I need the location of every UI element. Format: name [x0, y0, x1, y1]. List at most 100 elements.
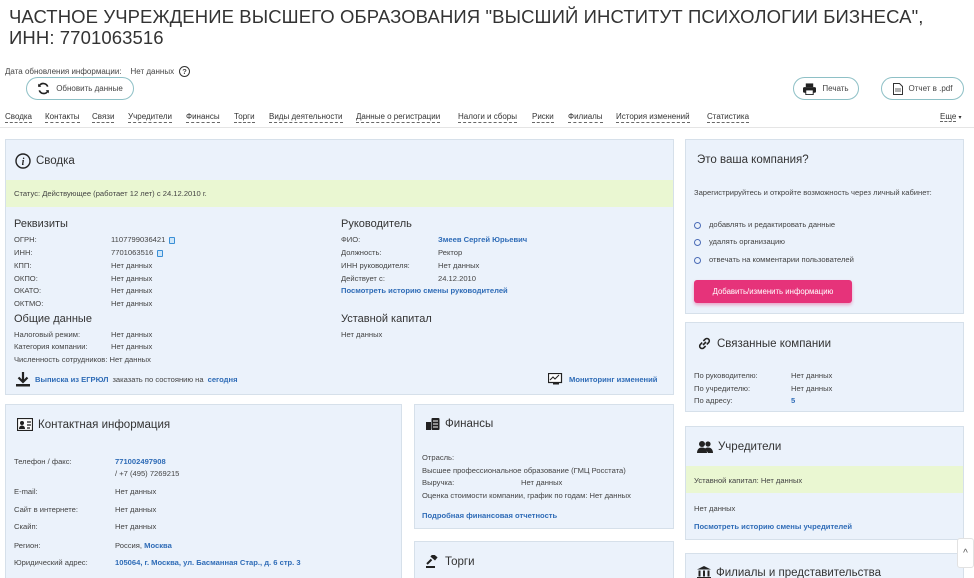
benefit-item: отвечать на комментарии пользователей: [694, 255, 854, 264]
head-name-label: ФИО:: [341, 235, 361, 244]
chevron-down-icon: ▾: [958, 115, 962, 121]
position-label: Должность:: [341, 248, 382, 257]
phone-secondary: / +7 (495) 7269215: [115, 469, 180, 478]
help-icon[interactable]: ?: [179, 66, 191, 77]
address-link[interactable]: 105064, г. Москва, ул. Басманная Стар., …: [115, 558, 301, 567]
tab-activities[interactable]: Виды деятельности: [269, 111, 343, 123]
tab-registration[interactable]: Данные о регистрации: [356, 111, 441, 123]
finance-report-link[interactable]: Подробная финансовая отчетность: [422, 511, 557, 520]
by-founder-label: По учредителю:: [694, 384, 751, 393]
tab-taxes[interactable]: Налоги и сборы: [458, 111, 517, 123]
industry-value: Высшее профессиональное образование (ГМЦ…: [422, 466, 626, 475]
since-label: Действует с:: [341, 274, 385, 283]
copy-icon[interactable]: [157, 249, 164, 257]
phone-link[interactable]: 771002497908: [115, 457, 166, 466]
tab-more[interactable]: Еще ▾: [940, 111, 962, 124]
building-icon: [697, 566, 711, 578]
region-label: Регион:: [14, 541, 41, 550]
email-value: Нет данных: [115, 487, 157, 496]
tab-risks[interactable]: Риски: [532, 111, 554, 123]
founders-header: Учредители: [697, 440, 781, 454]
related-header: Связанные компании: [697, 336, 831, 351]
svg-text:i: i: [22, 157, 25, 168]
head-inn-label: ИНН руководителя:: [341, 261, 410, 270]
head-inn-value: Нет данных: [438, 261, 480, 270]
status-text: Статус: Действующее (работает 12 лет) с …: [14, 189, 207, 198]
print-button[interactable]: Печать: [793, 77, 859, 100]
by-head-label: По руководителю:: [694, 371, 758, 380]
industry-label: Отрасль:: [422, 453, 455, 462]
founders-capital: Уставной капитал: Нет данных: [694, 476, 803, 485]
document-icon: [892, 82, 903, 95]
trades-card: Торги: [414, 541, 674, 578]
egrul-link[interactable]: Выписка из ЕГРЮЛ: [35, 375, 108, 384]
by-address-label: По адресу:: [694, 396, 733, 405]
update-info: Дата обновления информации: Нет данных ?: [5, 66, 191, 77]
chevron-up-icon: ^: [963, 547, 968, 559]
email-label: E-mail:: [14, 487, 38, 496]
tab-founders[interactable]: Учредители: [128, 111, 173, 123]
website-label: Сайт в интернете:: [14, 505, 78, 514]
print-label: Печать: [822, 84, 849, 93]
region-link[interactable]: Москва: [144, 541, 172, 550]
tab-finance[interactable]: Финансы: [186, 111, 220, 123]
bullet-icon: [694, 238, 701, 246]
branches-title: Филиалы и представительства: [716, 566, 882, 578]
tab-summary[interactable]: Сводка: [5, 111, 33, 123]
contact-card-icon: [17, 418, 33, 431]
egrul-today-link[interactable]: сегодня: [208, 375, 238, 384]
tab-links[interactable]: Связи: [92, 111, 115, 123]
inn-number: 7701063516: [111, 248, 154, 257]
category-label: Категория компании:: [14, 342, 88, 351]
oktmo-value: Нет данных: [111, 299, 153, 308]
benefit-item: удалять организацию: [694, 237, 785, 246]
tab-trades[interactable]: Торги: [234, 111, 255, 123]
ogrn-label: ОГРН:: [14, 235, 37, 244]
by-head-value: Нет данных: [791, 371, 833, 380]
tab-more-label: Еще: [940, 112, 957, 122]
your-company-card: Это ваша компания? Зарегистрируйтесь и о…: [685, 139, 964, 314]
contacts-header: Контактная информация: [17, 418, 170, 431]
by-address-link[interactable]: 5: [791, 396, 795, 405]
contacts-card: Контактная информация Телефон / факс: 77…: [5, 404, 402, 578]
tab-contacts[interactable]: Контакты: [45, 111, 80, 123]
gavel-icon: [426, 555, 438, 568]
region-country: Россия,: [115, 541, 143, 550]
okpo-value: Нет данных: [111, 274, 153, 283]
trades-header: Торги: [426, 555, 475, 568]
tab-history[interactable]: История изменений: [616, 111, 690, 123]
tab-statistics[interactable]: Статистика: [707, 111, 750, 123]
okato-label: ОКАТО:: [14, 286, 42, 295]
ogrn-number: 1107799036421: [111, 235, 166, 244]
head-history-link[interactable]: Посмотреть историю смены руководителей: [341, 286, 508, 295]
founders-card: Учредители Уставной капитал: Нет данных …: [685, 426, 964, 540]
info-icon: i: [15, 153, 31, 169]
founders-title: Учредители: [718, 441, 782, 453]
tab-branches[interactable]: Филиалы: [568, 111, 603, 123]
add-info-button[interactable]: Добавить/изменить информацию: [694, 280, 852, 303]
download-icon: [16, 372, 30, 387]
kpp-label: КПП:: [14, 261, 32, 270]
benefit-label: добавлять и редактировать данные: [709, 220, 836, 229]
divider: [0, 127, 974, 128]
contacts-title: Контактная информация: [38, 418, 171, 431]
pdf-button[interactable]: Отчет в .pdf: [881, 77, 964, 100]
finance-header: Финансы: [426, 418, 493, 430]
scroll-top-button[interactable]: ^: [957, 538, 974, 568]
estimate-text: Оценка стоимости компании, график по год…: [422, 491, 631, 500]
head-name-link[interactable]: Змеев Сергей Юрьевич: [438, 235, 527, 244]
branches-header: Филиалы и представительства: [697, 566, 881, 578]
refresh-button[interactable]: Обновить данные: [26, 77, 134, 100]
copy-icon[interactable]: [169, 236, 176, 244]
users-icon: [697, 441, 713, 453]
page-title: ЧАСТНОЕ УЧРЕЖДЕНИЕ ВЫСШЕГО ОБРАЗОВАНИЯ "…: [9, 6, 924, 48]
update-value: Нет данных: [130, 67, 175, 76]
address-label: Юридический адрес:: [14, 558, 88, 567]
monitoring-link[interactable]: Мониторинг изменений: [569, 375, 657, 384]
refresh-label: Обновить данные: [56, 84, 123, 93]
founders-history-link[interactable]: Посмотреть историю смены учредителей: [694, 522, 852, 531]
summary-card: i Сводка Статус: Действующее (работает 1…: [5, 139, 674, 395]
capital-title: Уставной капитал: [341, 313, 432, 325]
by-founder-value: Нет данных: [791, 384, 833, 393]
skype-label: Скайп:: [14, 522, 38, 531]
